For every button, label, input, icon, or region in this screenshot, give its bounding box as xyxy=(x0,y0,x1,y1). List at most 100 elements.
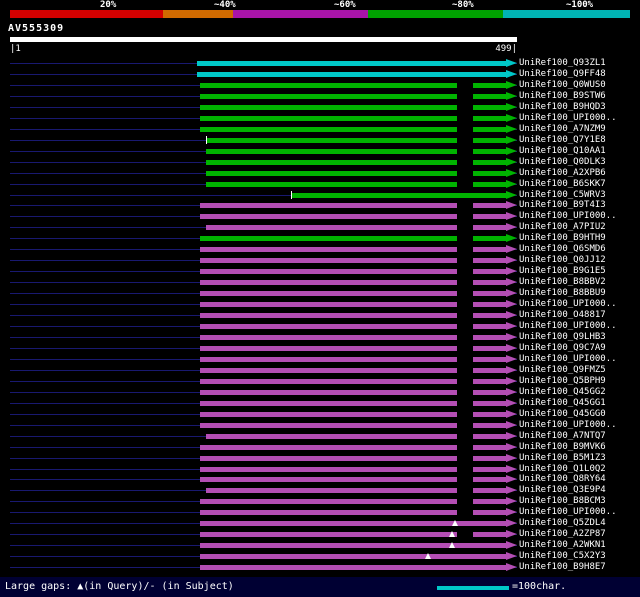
subject-label[interactable]: UniRef100_C5WRV3 xyxy=(519,190,606,201)
alignment-row: UniRef100_Q9FF48 xyxy=(0,69,640,80)
subject-label[interactable]: UniRef100_O48817 xyxy=(519,310,606,321)
subject-label[interactable]: UniRef100_UPI000.. xyxy=(519,354,617,365)
subject-label[interactable]: UniRef100_A2XPB6 xyxy=(519,168,606,179)
subject-label[interactable]: UniRef100_B8BBU9 xyxy=(519,288,606,299)
subject-label[interactable]: UniRef100_UPI000.. xyxy=(519,420,617,431)
subject-label[interactable]: UniRef100_Q0WUS0 xyxy=(519,80,606,91)
subject-label[interactable]: UniRef100_B9STW6 xyxy=(519,91,606,102)
subject-label[interactable]: UniRef100_Q0DLK3 xyxy=(519,157,606,168)
subject-label[interactable]: UniRef100_Q6SMD6 xyxy=(519,244,606,255)
subject-label[interactable]: UniRef100_B9G1E5 xyxy=(519,266,606,277)
subject-label[interactable]: UniRef100_UPI000.. xyxy=(519,299,617,310)
alignment-bar[interactable] xyxy=(200,521,506,526)
alignment-row: UniRef100_Q45GG1 xyxy=(0,398,640,409)
subject-label[interactable]: UniRef100_Q5ZDL4 xyxy=(519,518,606,529)
alignment-arrowhead xyxy=(506,443,517,451)
alignment-gap xyxy=(457,467,473,472)
alignment-gap xyxy=(457,182,473,187)
subject-label[interactable]: UniRef100_Q45GG1 xyxy=(519,398,606,409)
subject-label[interactable]: UniRef100_UPI000.. xyxy=(519,211,617,222)
subject-label[interactable]: UniRef100_C5X2Y3 xyxy=(519,551,606,562)
alignment-arrowhead xyxy=(506,475,517,483)
alignment-row: UniRef100_UPI000.. xyxy=(0,507,640,518)
alignment-row: UniRef100_UPI000.. xyxy=(0,354,640,365)
subject-label[interactable]: UniRef100_Q9FF48 xyxy=(519,69,606,80)
subject-label[interactable]: UniRef100_A7NTQ7 xyxy=(519,431,606,442)
alignment-bar[interactable] xyxy=(200,565,506,570)
alignment-arrowhead xyxy=(506,234,517,242)
alignment-row: UniRef100_B9T4I3 xyxy=(0,200,640,211)
subject-label[interactable]: UniRef100_B8BBV2 xyxy=(519,277,606,288)
alignment-gap xyxy=(457,225,473,230)
subject-label[interactable]: UniRef100_Q8RY64 xyxy=(519,474,606,485)
alignment-arrowhead xyxy=(506,223,517,231)
subject-label[interactable]: UniRef100_UPI000.. xyxy=(519,321,617,332)
alignment-arrowhead xyxy=(506,322,517,330)
large-gaps-note: Large gaps: ▲(in Query)/- (in Subject) xyxy=(5,581,234,592)
subject-label[interactable]: UniRef100_B5M1Z3 xyxy=(519,453,606,464)
alignment-arrowhead xyxy=(506,563,517,571)
subject-label[interactable]: UniRef100_A7PIU2 xyxy=(519,222,606,233)
alignment-bar[interactable] xyxy=(200,554,506,559)
alignment-arrowhead xyxy=(506,267,517,275)
alignment-row: UniRef100_Q9LHB3 xyxy=(0,332,640,343)
alignment-arrowhead xyxy=(506,92,517,100)
alignment-gap xyxy=(457,138,473,143)
subject-label[interactable]: UniRef100_B9MVK6 xyxy=(519,442,606,453)
alignment-gap xyxy=(457,357,473,362)
alignment-row: UniRef100_A2WKN1 xyxy=(0,540,640,551)
alignment-gap xyxy=(457,149,473,154)
alignment-bar[interactable] xyxy=(197,72,506,77)
subject-label[interactable]: UniRef100_UPI000.. xyxy=(519,507,617,518)
alignment-arrowhead xyxy=(506,103,517,111)
subject-label[interactable]: UniRef100_Q9LHB3 xyxy=(519,332,606,343)
alignment-arrowhead xyxy=(506,169,517,177)
subject-label[interactable]: UniRef100_B8BCM3 xyxy=(519,496,606,507)
subject-label[interactable]: UniRef100_Q3E9P4 xyxy=(519,485,606,496)
alignment-row: UniRef100_B5M1Z3 xyxy=(0,453,640,464)
alignment-row: UniRef100_B9STW6 xyxy=(0,91,640,102)
alignment-row: UniRef100_B9HQD3 xyxy=(0,102,640,113)
subject-label[interactable]: UniRef100_A2WKN1 xyxy=(519,540,606,551)
alignment-bar[interactable] xyxy=(200,543,506,548)
alignment-gap xyxy=(457,532,473,537)
alignment-arrowhead xyxy=(506,388,517,396)
subject-label[interactable]: UniRef100_B9HQD3 xyxy=(519,102,606,113)
alignment-arrowhead xyxy=(506,289,517,297)
alignment-row: UniRef100_A2XPB6 xyxy=(0,168,640,179)
alignment-bar[interactable] xyxy=(197,61,506,66)
alignment-row: UniRef100_Q45GG2 xyxy=(0,387,640,398)
subject-label[interactable]: UniRef100_UPI000.. xyxy=(519,113,617,124)
subject-label[interactable]: UniRef100_Q45GG0 xyxy=(519,409,606,420)
alignment-bar[interactable] xyxy=(291,193,506,198)
subject-label[interactable]: UniRef100_Q0JJ12 xyxy=(519,255,606,266)
alignment-gap xyxy=(457,423,473,428)
subject-label[interactable]: UniRef100_B9T4I3 xyxy=(519,200,606,211)
subject-label[interactable]: UniRef100_Q9C7A9 xyxy=(519,343,606,354)
alignment-row: UniRef100_B9HTH9 xyxy=(0,233,640,244)
large-gap-marker xyxy=(452,520,458,526)
subject-label[interactable]: UniRef100_A2ZP87 xyxy=(519,529,606,540)
subject-label[interactable]: UniRef100_Q9FMZ5 xyxy=(519,365,606,376)
subject-label[interactable]: UniRef100_B9H8E7 xyxy=(519,562,606,573)
alignment-arrowhead xyxy=(506,125,517,133)
subject-label[interactable]: UniRef100_Q5BPH9 xyxy=(519,376,606,387)
alignment-gap xyxy=(457,258,473,263)
alignment-gap xyxy=(457,116,473,121)
subject-label[interactable]: UniRef100_A7NZM9 xyxy=(519,124,606,135)
subject-label[interactable]: UniRef100_B6SKK7 xyxy=(519,179,606,190)
subject-label[interactable]: UniRef100_Q1L0Q2 xyxy=(519,464,606,475)
subject-label[interactable]: UniRef100_Q10AA1 xyxy=(519,146,606,157)
subject-label[interactable]: UniRef100_B9HTH9 xyxy=(519,233,606,244)
subject-label[interactable]: UniRef100_Q7Y1E8 xyxy=(519,135,606,146)
scale-legend-line xyxy=(437,586,509,590)
alignment-arrowhead xyxy=(506,333,517,341)
alignment-arrowhead xyxy=(506,212,517,220)
alignment-gap xyxy=(457,94,473,99)
gap-tick xyxy=(206,136,207,144)
alignment-arrowhead xyxy=(506,114,517,122)
alignment-gap xyxy=(457,445,473,450)
alignment-arrowhead xyxy=(506,486,517,494)
subject-label[interactable]: UniRef100_Q93ZL1 xyxy=(519,58,606,69)
subject-label[interactable]: UniRef100_Q45GG2 xyxy=(519,387,606,398)
